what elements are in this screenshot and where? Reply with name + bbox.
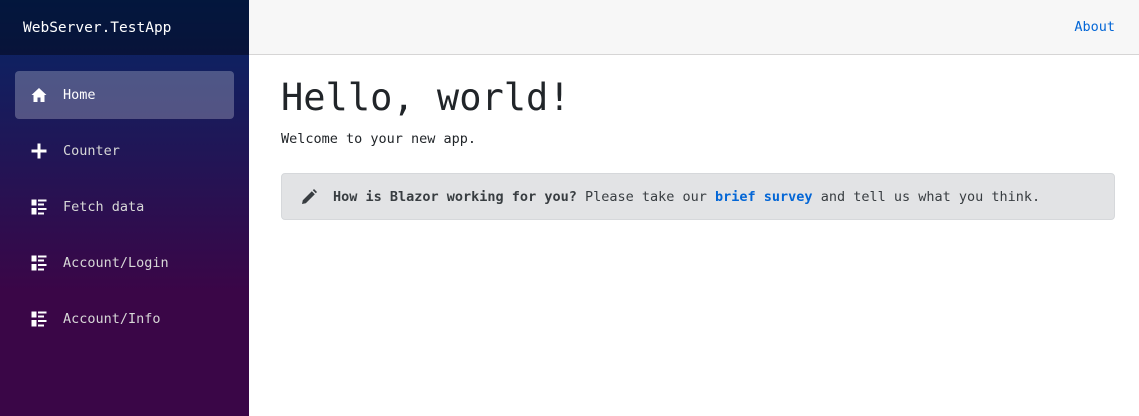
list-rich-icon <box>30 254 48 272</box>
welcome-text: Welcome to your new app. <box>281 131 477 147</box>
plus-icon <box>30 142 48 160</box>
nav-item-account-login[interactable]: Account/Login <box>15 239 234 287</box>
nav-item-label: Counter <box>63 143 120 159</box>
brand-bar: WebServer.TestApp <box>0 0 249 55</box>
nav-menu: Home Counter Fetch data Account/Login Ac… <box>0 55 249 343</box>
nav-item-label: Account/Info <box>63 311 161 327</box>
brand-link[interactable]: WebServer.TestApp <box>23 20 171 36</box>
survey-link[interactable]: brief survey <box>715 189 813 205</box>
nav-item-label: Account/Login <box>63 255 169 271</box>
content: Hello, world! Welcome to your new app. H… <box>249 55 1139 220</box>
survey-text-before: Please take our <box>576 188 716 205</box>
home-icon <box>30 86 48 104</box>
page-title: Hello, world! <box>281 76 571 119</box>
top-row: About <box>249 0 1139 55</box>
survey-question: How is Blazor working for you? <box>333 188 577 205</box>
nav-item-label: Fetch data <box>63 199 145 215</box>
list-rich-icon <box>30 198 48 216</box>
survey-text: How is Blazor working for you? Please ta… <box>333 189 1040 205</box>
nav-item-counter[interactable]: Counter <box>15 127 234 175</box>
survey-text-after: and tell us what you think. <box>812 188 1041 205</box>
survey-alert: How is Blazor working for you? Please ta… <box>281 173 1115 220</box>
main-area: About Hello, world! Welcome to your new … <box>249 0 1139 416</box>
pencil-icon <box>301 188 317 205</box>
nav-item-fetch-data[interactable]: Fetch data <box>15 183 234 231</box>
nav-item-account-info[interactable]: Account/Info <box>15 295 234 343</box>
nav-item-home[interactable]: Home <box>15 71 234 119</box>
list-rich-icon <box>30 310 48 328</box>
about-link[interactable]: About <box>1074 19 1115 35</box>
nav-item-label: Home <box>63 87 96 103</box>
sidebar: WebServer.TestApp Home Counter Fetch dat… <box>0 0 249 416</box>
